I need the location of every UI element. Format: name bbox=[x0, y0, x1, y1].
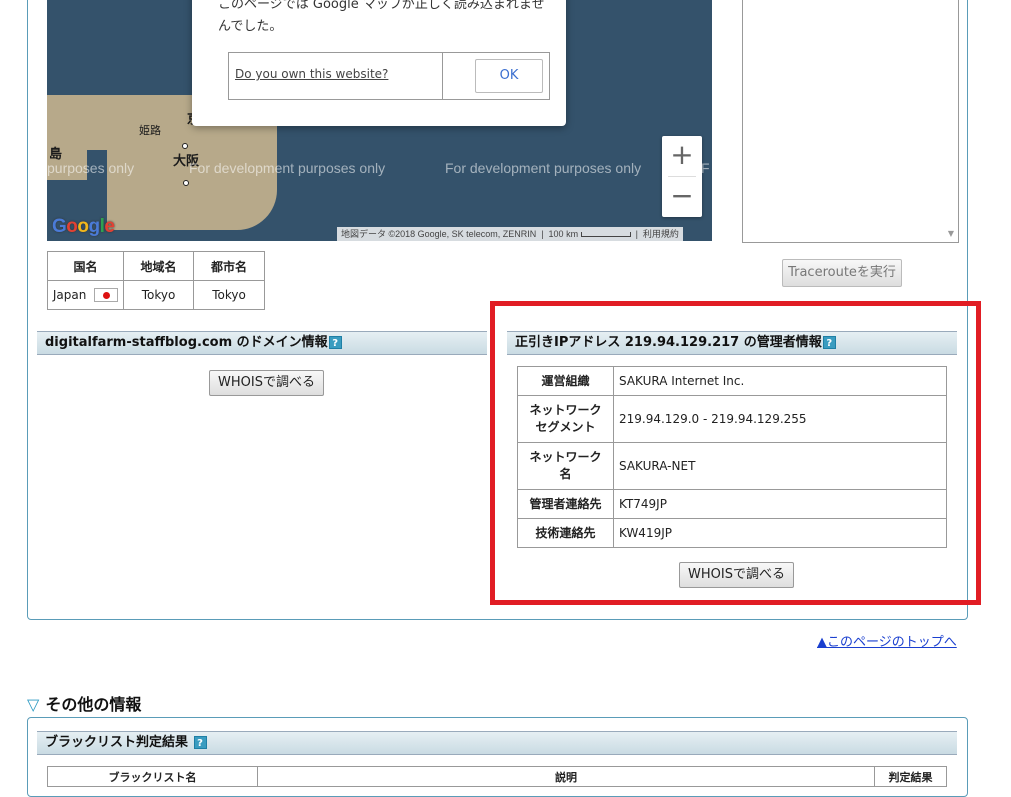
col-city: 都市名 bbox=[193, 251, 265, 281]
scroll-down-icon[interactable]: ▼ bbox=[948, 229, 954, 238]
zoom-control: + − bbox=[662, 136, 702, 217]
traceroute-button[interactable]: Tracerouteを実行 bbox=[782, 259, 902, 287]
country-cell: Japan bbox=[47, 280, 124, 310]
col-region: 地域名 bbox=[123, 251, 194, 281]
col-country: 国名 bbox=[47, 251, 124, 281]
location-table: 国名 地域名 都市名 Japan Tokyo Tokyo bbox=[47, 251, 265, 310]
domain-info-header: digitalfarm-staffblog.com のドメイン情報? bbox=[37, 331, 487, 355]
dialog-message: このページでは Google マップが正しく読み込まれませんでした。 bbox=[218, 0, 545, 34]
ok-button[interactable]: OK bbox=[475, 59, 543, 93]
map-scale[interactable]: 100 km bbox=[549, 229, 579, 239]
help-icon[interactable]: ? bbox=[193, 736, 207, 749]
map-terms-link[interactable]: 利用規約 bbox=[643, 229, 679, 239]
map-error-dialog: このページでは Google マップが正しく読み込まれませんでした。 Do yo… bbox=[192, 0, 566, 126]
map-label-himeji: 姫路 bbox=[139, 124, 161, 137]
google-logo[interactable]: Google bbox=[52, 216, 115, 238]
scale-bar bbox=[580, 232, 631, 238]
zoom-in-button[interactable]: + bbox=[662, 136, 702, 176]
dev-watermark: F bbox=[701, 160, 710, 176]
region-value: Tokyo bbox=[123, 280, 194, 310]
own-website-link[interactable]: Do you own this website? bbox=[229, 53, 443, 99]
other-info-title: その他の情報 bbox=[45, 695, 142, 714]
dev-watermark: purposes only bbox=[47, 160, 135, 176]
japan-flag-icon bbox=[94, 288, 119, 303]
blacklist-title: ブラックリスト判定結果 bbox=[45, 735, 189, 750]
traceroute-output[interactable]: ▼ bbox=[742, 0, 959, 243]
dialog-ok-cell: OK bbox=[443, 53, 549, 99]
other-info-heading: ▽ その他の情報 bbox=[27, 691, 141, 715]
domain-whois-button[interactable]: WHOISで調べる bbox=[209, 370, 324, 396]
city-marker bbox=[183, 180, 189, 186]
map-copyright: 地図データ ©2018 Google, SK telecom, ZENRIN bbox=[341, 229, 537, 239]
page-top-link[interactable]: ▲このページのトップへ bbox=[817, 631, 957, 650]
blacklist-header: ブラックリスト判定結果 ? bbox=[37, 731, 957, 755]
dev-watermark: For development purposes only bbox=[445, 160, 642, 176]
dialog-actions: Do you own this website? OK bbox=[228, 52, 550, 100]
city-marker bbox=[182, 143, 188, 149]
triangle-down-icon: ▽ bbox=[27, 695, 40, 714]
domain-info-title: digitalfarm-staffblog.com のドメイン情報 bbox=[45, 335, 328, 350]
dev-watermark: For development purposes only bbox=[189, 160, 386, 176]
highlight-box bbox=[490, 301, 981, 605]
city-value: Tokyo bbox=[193, 280, 265, 310]
map-attribution: 地図データ ©2018 Google, SK telecom, ZENRIN |… bbox=[337, 227, 683, 241]
zoom-out-button[interactable]: − bbox=[662, 177, 702, 217]
country-value: Japan bbox=[52, 287, 87, 302]
help-icon[interactable]: ? bbox=[328, 336, 342, 349]
